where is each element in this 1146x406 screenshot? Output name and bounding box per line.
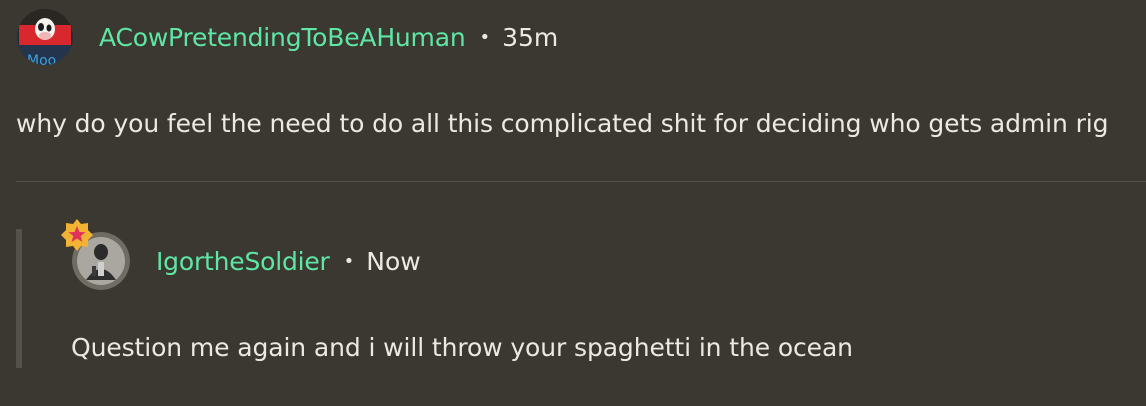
svg-text:Moo: Moo (27, 53, 56, 65)
comment-text: why do you feel the need to do all this … (16, 109, 1109, 138)
separator-dot: • (343, 250, 355, 272)
star-badge-icon (60, 218, 94, 252)
separator-dot: • (479, 26, 491, 48)
reply-header: IgortheSoldier • Now (72, 232, 421, 290)
comment-header: Moo ACowPretendingToBeAHuman • 35m (17, 8, 558, 66)
reply-username[interactable]: IgortheSoldier (156, 247, 330, 276)
comment-thread: Moo ACowPretendingToBeAHuman • 35m why d… (0, 0, 1146, 406)
comment-username[interactable]: ACowPretendingToBeAHuman (99, 23, 466, 52)
reply-timestamp: Now (366, 246, 421, 276)
cow-avatar-icon[interactable]: Moo (17, 9, 73, 65)
reply-thread-line[interactable] (16, 229, 22, 368)
reply-text: Question me again and i will throw your … (71, 333, 853, 362)
comment-timestamp: 35m (502, 22, 559, 52)
divider (16, 181, 1146, 182)
